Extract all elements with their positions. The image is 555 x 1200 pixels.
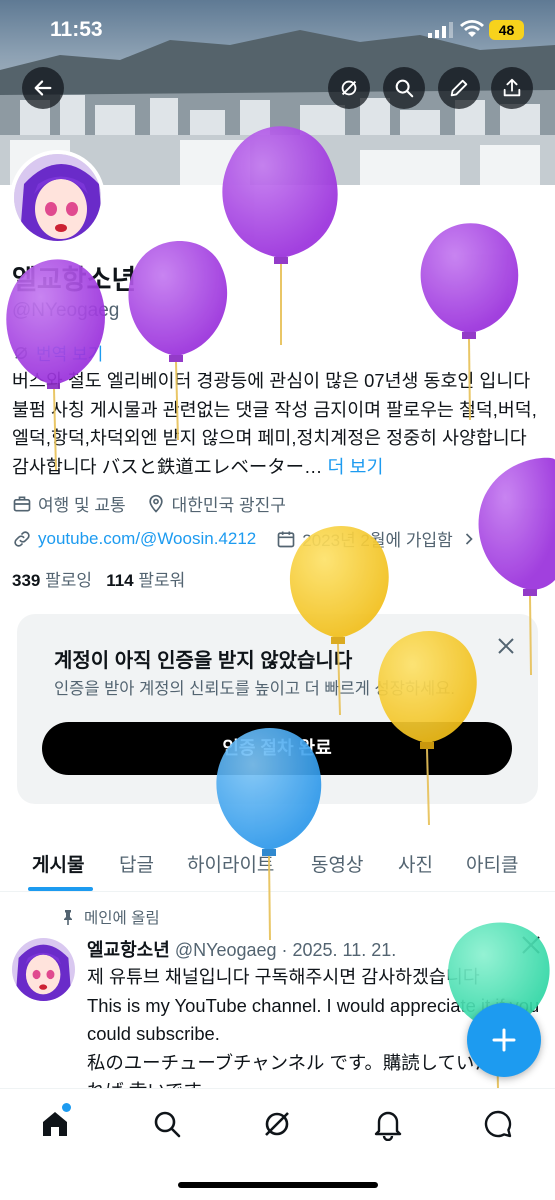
verification-title: 계정이 아직 인증을 받지 않았습니다 xyxy=(54,650,353,672)
search-icon xyxy=(395,79,414,98)
location-pin-icon xyxy=(148,494,163,513)
profile-name: 엘교항소년 xyxy=(12,265,137,295)
verification-subtitle: 인증을 받아 계정의 신뢰도를 높이고 더 빠르게 성장하세요. xyxy=(54,680,455,698)
edit-button[interactable] xyxy=(438,67,480,109)
bio-text: 버스와 철도 엘리베이터 경광등에 관심이 많은 07년생 동호인 입니다 불펌… xyxy=(12,370,537,477)
profile-tabs: 게시물 답글 하이라이트 동영상 사진 아티클 xyxy=(0,830,555,892)
tab-videos[interactable]: 동영상 xyxy=(311,850,363,877)
category-label: 여행 및 교통 xyxy=(38,496,126,515)
tab-highlights[interactable]: 하이라이트 xyxy=(187,850,274,877)
calendar-icon xyxy=(277,531,295,547)
battery-indicator: 48 xyxy=(489,20,524,40)
following-link[interactable]: 339 팔로잉 xyxy=(12,571,92,590)
arrow-left-icon xyxy=(34,80,52,96)
briefcase-icon xyxy=(13,496,31,511)
profile-website-link[interactable]: youtube.com/@Woosin.4212 xyxy=(38,529,256,549)
cellular-signal-icon xyxy=(428,22,453,38)
complete-verification-button[interactable]: 인증 절차 완료 xyxy=(42,722,512,775)
balloon-purple xyxy=(420,223,519,333)
translate-label: 번역 보기 xyxy=(36,345,104,364)
grok-icon[interactable] xyxy=(260,1107,294,1141)
search-icon[interactable] xyxy=(150,1107,184,1141)
followers-label: 팔로워 xyxy=(138,571,186,590)
x-logo-icon xyxy=(522,936,540,954)
tab-replies[interactable]: 답글 xyxy=(119,850,154,877)
post-header: 엘교항소년 @NYeogaeg · 2025. 11. 21. xyxy=(87,936,396,962)
tab-photos[interactable]: 사진 xyxy=(398,850,433,877)
home-notification-dot xyxy=(62,1103,71,1112)
followers-count: 114 xyxy=(106,571,134,590)
location-label: 대한민국 광진구 xyxy=(171,496,286,515)
profile-link-row: youtube.com/@Woosin.4212 2023년 2월에 가입함 xyxy=(12,526,479,551)
pencil-icon xyxy=(450,79,468,97)
status-time: 11:53 xyxy=(50,18,103,41)
pinned-text: 메인에 올림 xyxy=(84,910,160,927)
pinned-label: 메인에 올림 xyxy=(60,906,160,928)
profile-bio: 버스와 철도 엘리베이터 경광등에 관심이 많은 07년생 동호인 입니다 불펌… xyxy=(12,367,547,481)
active-tab-indicator xyxy=(28,887,93,891)
home-indicator xyxy=(178,1182,378,1188)
close-icon[interactable] xyxy=(496,636,516,656)
follow-stats: 339 팔로잉 114 팔로워 xyxy=(12,566,185,591)
share-icon xyxy=(503,78,521,97)
tab-articles[interactable]: 아티클 xyxy=(466,850,518,877)
grok-button[interactable] xyxy=(328,67,370,109)
followers-link[interactable]: 114 팔로워 xyxy=(106,571,185,590)
following-count: 339 xyxy=(12,571,41,590)
balloon-purple xyxy=(128,241,228,356)
profile-handle: @NYeogaeg xyxy=(12,300,120,321)
profile-category: 여행 및 교통 대한민국 광진구 xyxy=(12,491,286,516)
post-author-avatar[interactable] xyxy=(12,938,75,1001)
translate-bio-link[interactable]: 번역 보기 xyxy=(12,340,103,365)
link-icon xyxy=(14,530,30,547)
messages-icon[interactable] xyxy=(481,1107,515,1141)
verification-card: 계정이 아직 인증을 받지 않았습니다 인증을 받아 계정의 신뢰도를 높이고 … xyxy=(17,614,538,804)
wifi-icon xyxy=(460,20,484,37)
plus-icon xyxy=(492,1028,516,1052)
following-label: 팔로잉 xyxy=(45,571,93,590)
bell-icon[interactable] xyxy=(371,1107,405,1141)
share-button[interactable] xyxy=(491,67,533,109)
back-button[interactable] xyxy=(22,67,64,109)
pin-icon xyxy=(64,910,72,925)
chevron-right-icon[interactable] xyxy=(459,529,479,549)
grok-icon xyxy=(341,80,357,96)
home-icon[interactable] xyxy=(38,1107,72,1141)
bio-more-link[interactable]: 더 보기 xyxy=(328,456,384,477)
joined-label: 2023년 2월에 가입함 xyxy=(302,531,453,550)
post-author-name[interactable]: 엘교항소년 xyxy=(87,940,170,960)
compose-post-button[interactable] xyxy=(467,1003,541,1077)
post-handle-date: @NYeogaeg · 2025. 11. 21. xyxy=(174,940,397,960)
profile-avatar[interactable] xyxy=(10,150,105,245)
tab-posts[interactable]: 게시물 xyxy=(32,850,84,877)
search-button[interactable] xyxy=(383,67,425,109)
grok-translate-icon xyxy=(15,346,27,359)
status-bar: 11:53 48 xyxy=(0,0,555,62)
post-line: 제 유튜브 채널입니다 구독해주시면 감사하겠습니다 xyxy=(87,966,480,987)
